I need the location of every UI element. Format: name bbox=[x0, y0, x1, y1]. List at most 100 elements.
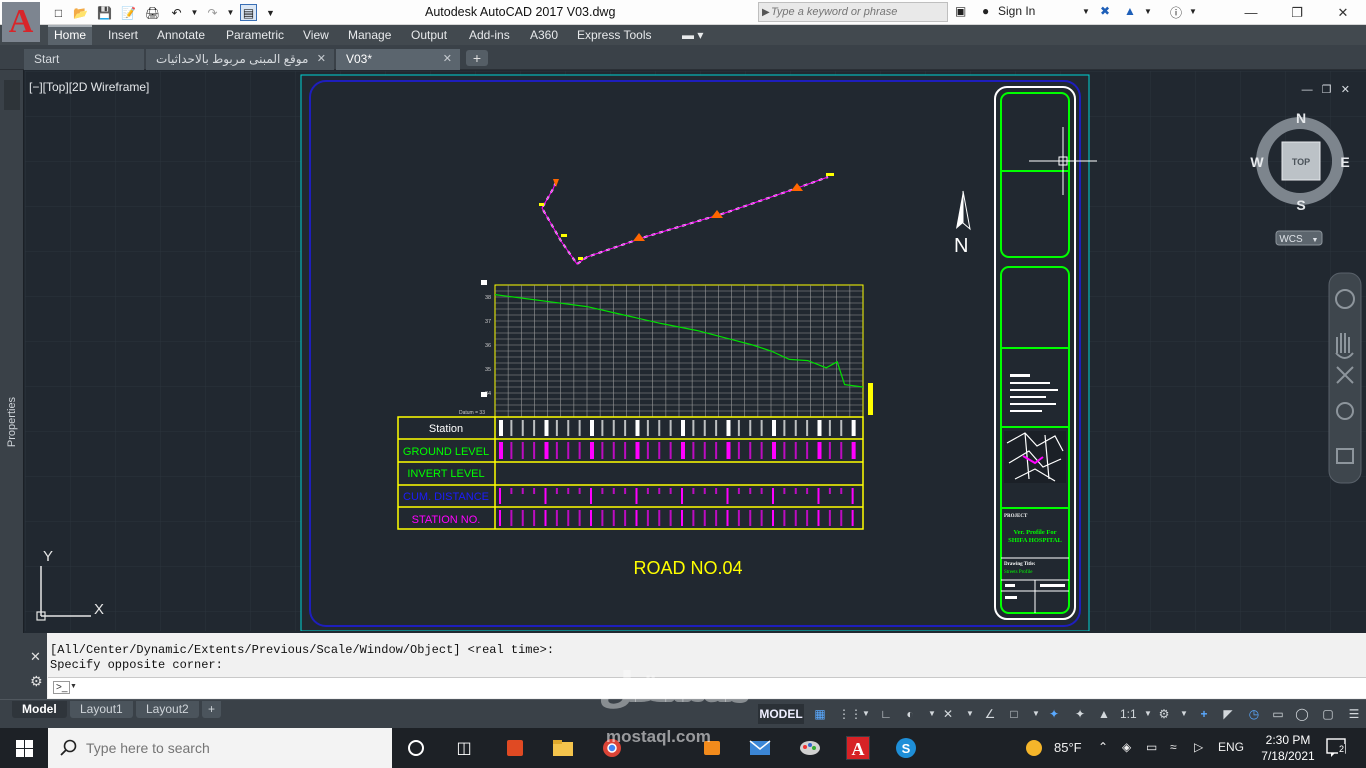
clock-time[interactable]: 2:30 PM bbox=[1258, 733, 1318, 747]
save-as-icon[interactable]: 📝 bbox=[120, 4, 137, 21]
tab-start[interactable]: Start bbox=[24, 49, 144, 70]
tab-layout1[interactable]: Layout1 bbox=[70, 701, 133, 718]
start-button[interactable] bbox=[0, 728, 48, 768]
help-search-input[interactable] bbox=[771, 6, 941, 18]
undo-icon[interactable]: ↶ bbox=[168, 4, 185, 21]
new-tab-button[interactable]: + bbox=[466, 50, 488, 66]
isodraft-icon[interactable]: ✕ bbox=[940, 705, 956, 723]
isolate-objects-icon[interactable]: ◯ bbox=[1294, 705, 1310, 723]
skype-icon[interactable]: S bbox=[894, 736, 918, 760]
taskbar-search-box[interactable] bbox=[48, 728, 392, 768]
show-hidden-icons[interactable]: ⌃ bbox=[1098, 740, 1108, 754]
drawing-viewport[interactable]: N 38 37 36 35 34 Datum = 33 Station GROUND L… bbox=[25, 71, 1366, 631]
tab-add-ins[interactable]: Add-ins bbox=[463, 25, 516, 45]
tab-layout2[interactable]: Layout2 bbox=[136, 701, 199, 718]
redo-dropdown-icon[interactable]: ▼ bbox=[222, 4, 239, 21]
a360-dropdown-icon[interactable]: ▼ bbox=[1144, 7, 1152, 16]
annotation-scale-icon[interactable]: ▲ bbox=[1096, 705, 1112, 723]
help-dropdown-icon[interactable]: ▼ bbox=[1189, 7, 1197, 16]
undo-dropdown-icon[interactable]: ▼ bbox=[186, 4, 203, 21]
close-icon[interactable]: ✕ bbox=[1320, 0, 1366, 25]
meet-now-icon[interactable]: ◈ bbox=[1122, 740, 1131, 754]
application-menu-button[interactable]: A bbox=[2, 2, 40, 42]
exchange-apps-icon[interactable]: ✖ bbox=[1100, 4, 1110, 18]
input-language[interactable]: ENG bbox=[1218, 740, 1244, 754]
viewport-close-icon[interactable]: ✕ bbox=[1341, 84, 1350, 96]
new-file-icon[interactable]: □ bbox=[50, 4, 67, 21]
plot-icon[interactable]: 🖨 bbox=[144, 4, 161, 21]
object-snap-tracking-icon[interactable]: ∠ bbox=[982, 705, 998, 723]
navigation-bar[interactable] bbox=[1328, 272, 1362, 484]
sign-in-button[interactable]: Sign In bbox=[998, 4, 1035, 18]
battery-icon[interactable]: ▭ bbox=[1146, 740, 1157, 754]
minimize-icon[interactable]: — bbox=[1228, 0, 1274, 25]
search-expand-icon[interactable]: ▶ bbox=[759, 7, 771, 18]
tab-parametric[interactable]: Parametric bbox=[220, 25, 290, 45]
task-view-icon[interactable]: ◫ bbox=[452, 736, 476, 760]
share-view-icon[interactable]: ▤ bbox=[240, 4, 257, 21]
help-icon[interactable]: ⓘ bbox=[1170, 4, 1182, 21]
restore-icon[interactable]: ❐ bbox=[1274, 0, 1320, 25]
tab-home[interactable]: Home bbox=[48, 25, 93, 45]
ortho-toggle-icon[interactable]: ∟ bbox=[878, 705, 894, 723]
open-file-icon[interactable]: 📂 bbox=[72, 4, 89, 21]
viewport-restore-icon[interactable]: ❐ bbox=[1322, 84, 1332, 96]
tab-view[interactable]: View bbox=[297, 25, 335, 45]
office-icon[interactable] bbox=[503, 736, 527, 760]
tab-a360[interactable]: A360 bbox=[524, 25, 564, 45]
workspace-dropdown-icon[interactable]: ▼ bbox=[1176, 705, 1192, 723]
compass-east[interactable]: E bbox=[1340, 154, 1349, 170]
annotation-monitor-icon[interactable]: + bbox=[1196, 705, 1212, 723]
tab-output[interactable]: Output bbox=[405, 25, 453, 45]
compass-north[interactable]: N bbox=[1296, 110, 1306, 126]
add-layout-button[interactable]: + bbox=[202, 701, 222, 718]
close-tab-icon[interactable]: ✕ bbox=[443, 49, 452, 69]
compass-south[interactable]: S bbox=[1296, 197, 1305, 213]
tab-insert[interactable]: Insert bbox=[102, 25, 144, 45]
tab-model[interactable]: Model bbox=[12, 701, 67, 718]
volume-icon[interactable]: ▷ bbox=[1194, 740, 1203, 754]
compass-west[interactable]: W bbox=[1250, 154, 1264, 170]
cortana-icon[interactable] bbox=[404, 736, 428, 760]
polar-tracking-icon[interactable]: ◐ bbox=[902, 705, 918, 723]
sign-in-dropdown-icon[interactable]: ▼ bbox=[1082, 7, 1090, 16]
autocad-taskbar-icon[interactable]: A bbox=[846, 736, 870, 760]
object-snap-icon[interactable]: □ bbox=[1006, 705, 1022, 723]
command-customize-icon[interactable]: ⚙ bbox=[30, 673, 43, 690]
scale-dropdown-icon[interactable]: ▼ bbox=[1140, 705, 1156, 723]
tab-annotate[interactable]: Annotate bbox=[151, 25, 211, 45]
units-icon[interactable]: ◤ bbox=[1220, 705, 1236, 723]
snap-dropdown-icon[interactable]: ▼ bbox=[858, 705, 874, 723]
quick-properties-icon[interactable]: ◷ bbox=[1246, 705, 1262, 723]
model-space-button[interactable]: MODEL bbox=[758, 704, 804, 724]
mail-icon[interactable] bbox=[748, 736, 772, 760]
properties-palette[interactable]: Properties bbox=[0, 70, 24, 700]
isodraft-dropdown-icon[interactable]: ▼ bbox=[962, 705, 978, 723]
weather-temperature[interactable]: 85°F bbox=[1054, 740, 1082, 755]
polar-dropdown-icon[interactable]: ▼ bbox=[924, 705, 940, 723]
ribbon-minimize-icon[interactable]: ▬ ▾ bbox=[676, 25, 709, 45]
binoculars-icon[interactable]: ▣ bbox=[955, 4, 966, 18]
customize-toolbar-icon[interactable]: ▼ bbox=[262, 4, 279, 21]
save-icon[interactable]: 💾 bbox=[96, 4, 113, 21]
wcs-dropdown-icon[interactable]: ▼ bbox=[1312, 237, 1319, 244]
file-explorer-icon[interactable] bbox=[551, 736, 575, 760]
taskbar-search-input[interactable] bbox=[86, 738, 376, 758]
user-icon[interactable]: ● bbox=[982, 4, 989, 18]
tab-manage[interactable]: Manage bbox=[342, 25, 397, 45]
weather-sun-icon[interactable] bbox=[1022, 736, 1046, 760]
annotation-scale-value[interactable]: 1:1 bbox=[1120, 705, 1137, 723]
lock-ui-icon[interactable]: ▭ bbox=[1270, 705, 1286, 723]
properties-label[interactable]: Properties bbox=[2, 370, 22, 480]
close-tab-icon[interactable]: ✕ bbox=[317, 49, 326, 69]
tab-express-tools[interactable]: Express Tools bbox=[571, 25, 657, 45]
notification-center-icon[interactable]: 2 bbox=[1326, 738, 1348, 758]
auto-scale-icon[interactable]: ✦ bbox=[1072, 705, 1088, 723]
clock-date[interactable]: 7/18/2021 bbox=[1255, 749, 1321, 763]
palette-grip[interactable] bbox=[4, 80, 20, 110]
drawing-canvas[interactable]: N 3837363534 Datum = 33 Station GROUND L… bbox=[25, 71, 1366, 631]
command-recent-dropdown-icon[interactable]: ▼ bbox=[70, 683, 77, 690]
clean-screen-icon[interactable]: ▢ bbox=[1320, 705, 1336, 723]
redo-icon[interactable]: ↷ bbox=[204, 4, 221, 21]
command-prompt-icon[interactable]: >_ bbox=[53, 681, 71, 694]
